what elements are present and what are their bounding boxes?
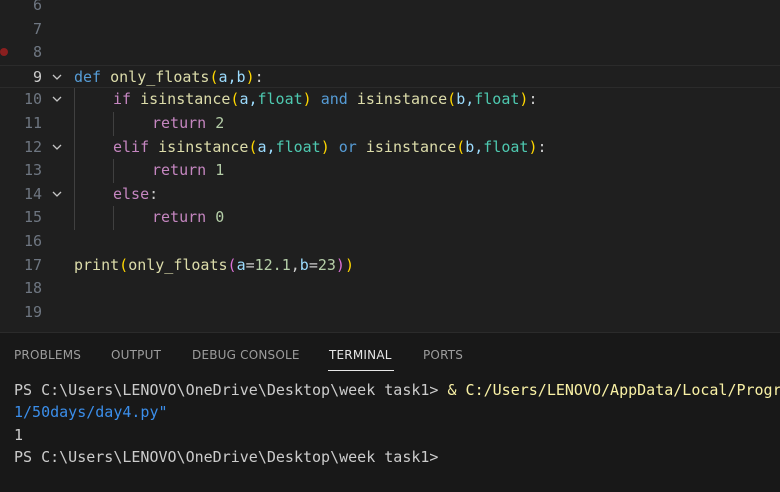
line-number: 13	[23, 161, 42, 180]
line-number: 19	[23, 302, 42, 321]
code-text: return 1	[152, 161, 225, 180]
code-line[interactable]: 10 if isinstance(a,float) and isinstance…	[0, 88, 780, 112]
line-number: 14	[23, 184, 42, 203]
terminal-prompt: PS C:\Users\LENOVO\OneDrive\Desktop\week…	[14, 448, 439, 466]
chevron-down-icon[interactable]	[52, 190, 62, 198]
tab-terminal[interactable]: TERMINAL	[329, 348, 392, 362]
terminal-line: PS C:\Users\LENOVO\OneDrive\Desktop\week…	[14, 379, 780, 401]
chevron-down-icon[interactable]	[52, 73, 62, 81]
terminal-output-line: 1	[14, 426, 24, 444]
code-text: if isinstance(a,float) and isinstance(b,…	[113, 90, 538, 109]
line-number: 6	[32, 0, 42, 14]
indent-guide	[113, 206, 114, 230]
code-text: return 0	[152, 208, 225, 227]
code-line[interactable]: 15 return 0	[0, 206, 780, 230]
indent-guide	[74, 135, 75, 160]
chevron-down-icon[interactable]	[52, 143, 62, 151]
terminal-prompt: PS C:\Users\LENOVO\OneDrive\Desktop\week…	[14, 381, 448, 399]
line-number: 8	[32, 43, 42, 62]
code-line[interactable]: 11 return 2	[0, 112, 780, 136]
code-line[interactable]: 7	[0, 18, 780, 42]
code-line[interactable]: 13 return 1	[0, 159, 780, 183]
chevron-down-icon[interactable]	[52, 95, 62, 103]
indent-guide	[74, 206, 75, 230]
line-number: 7	[32, 19, 42, 38]
code-text: def only_floats(a,b):	[74, 67, 264, 86]
line-number: 18	[23, 279, 42, 298]
code-text: print(only_floats(a=12.1,b=23))	[74, 255, 354, 274]
code-text: return 2	[152, 114, 225, 132]
line-number: 10	[23, 90, 42, 109]
indent-guide	[74, 182, 75, 207]
tab-debug-console[interactable]: DEBUG CONSOLE	[192, 348, 300, 362]
indent-guide	[113, 112, 114, 136]
code-line[interactable]: 14 else:	[0, 182, 780, 207]
line-number: 9	[32, 67, 42, 86]
bottom-panel: PROBLEMS OUTPUT DEBUG CONSOLE TERMINAL P…	[0, 332, 780, 492]
terminal-operator: &	[447, 381, 466, 399]
code-line[interactable]: 12 elif isinstance(a,float) or isinstanc…	[0, 135, 780, 160]
active-tab-indicator	[328, 370, 394, 371]
code-line[interactable]: 6	[0, 0, 780, 18]
code-line[interactable]: 19	[0, 301, 780, 325]
code-text: else:	[113, 184, 159, 203]
code-editor[interactable]: 6 7 8 9 def only_floats(a,b): 10 if isin…	[0, 0, 780, 332]
indent-guide	[74, 112, 75, 136]
code-line[interactable]: 8	[0, 41, 780, 65]
code-text: elif isinstance(a,float) or isinstance(b…	[113, 137, 547, 156]
line-number: 15	[23, 208, 42, 227]
line-number: 12	[23, 137, 42, 156]
line-number: 17	[23, 255, 42, 274]
indent-guide	[74, 88, 75, 112]
code-line[interactable]: 18	[0, 277, 780, 301]
code-line[interactable]: 16	[0, 230, 780, 254]
terminal-command: C:/Users/LENOVO/AppData/Local/Progr	[465, 381, 780, 399]
indent-guide	[113, 159, 114, 183]
line-number: 16	[23, 232, 42, 250]
line-number: 11	[23, 114, 42, 132]
terminal-line: 1/50days/day4.py"	[14, 403, 168, 421]
tab-ports[interactable]: PORTS	[423, 348, 463, 362]
indent-guide	[74, 159, 75, 183]
panel-tabs: PROBLEMS OUTPUT DEBUG CONSOLE TERMINAL P…	[0, 333, 780, 377]
code-line[interactable]: 17 print(only_floats(a=12.1,b=23))	[0, 254, 780, 278]
tab-output[interactable]: OUTPUT	[111, 348, 161, 362]
tab-problems[interactable]: PROBLEMS	[14, 348, 81, 362]
code-line-current[interactable]: 9 def only_floats(a,b):	[0, 64, 780, 89]
